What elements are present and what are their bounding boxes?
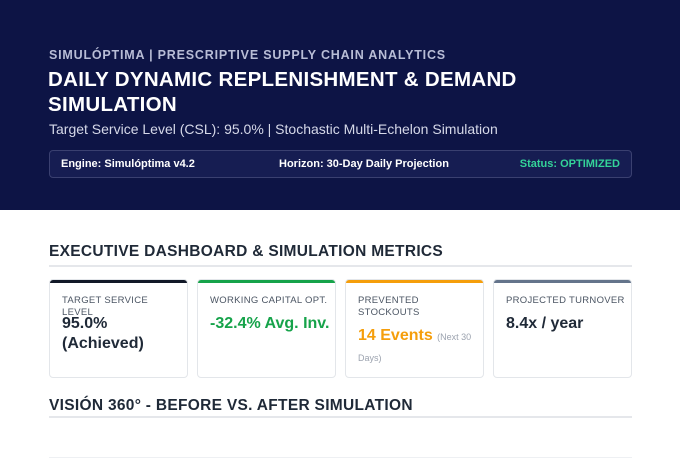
kpi-label: PREVENTED STOCKOUTS <box>358 295 420 318</box>
dashboard-section-title: EXECUTIVE DASHBOARD & SIMULATION METRICS <box>49 243 444 260</box>
kpi-card-projected-turnover: PROJECTED TURNOVER 8.4x / year <box>493 279 632 378</box>
card-accent-bar <box>494 280 631 283</box>
kpi-value: 8.4x / year <box>506 315 584 332</box>
content-divider <box>49 457 632 458</box>
kpi-card-prevented-stockouts: PREVENTED STOCKOUTS 14 Events (Next 30 D… <box>345 279 484 378</box>
section-divider <box>49 265 632 267</box>
card-accent-bar <box>198 280 335 283</box>
card-accent-bar <box>346 280 483 283</box>
engine-label: Engine: Simulóptima v4.2 <box>61 158 195 170</box>
brand-kicker: SIMULÓPTIMA | PRESCRIPTIVE SUPPLY CHAIN … <box>49 48 446 62</box>
vision-section-title: VISIÓN 360° - BEFORE VS. AFTER SIMULATIO… <box>49 397 413 414</box>
kpi-value: -32.4% Avg. Inv. <box>210 315 330 332</box>
hero-header: SIMULÓPTIMA | PRESCRIPTIVE SUPPLY CHAIN … <box>0 0 680 210</box>
kpi-label: PROJECTED TURNOVER <box>506 295 625 306</box>
horizon-label: Horizon: 30-Day Daily Projection <box>279 158 449 170</box>
kpi-label: WORKING CAPITAL OPT. <box>210 295 328 306</box>
kpi-value: 95.0% (Achieved) <box>62 315 144 352</box>
section-divider <box>49 416 632 418</box>
kpi-card-service-level: TARGET SERVICE LEVEL 95.0% (Achieved) <box>49 279 188 378</box>
status-badge: Status: OPTIMIZED <box>519 158 620 170</box>
simulation-status-bar: Engine: Simulóptima v4.2 Horizon: 30-Day… <box>49 150 632 178</box>
card-accent-bar <box>50 280 187 283</box>
page-subtitle: Target Service Level (CSL): 95.0% | Stoc… <box>49 121 498 137</box>
kpi-value-wrapper: 14 Events (Next 30 Days) <box>358 326 482 368</box>
kpi-value: 14 Events <box>358 327 433 344</box>
kpi-card-working-capital: WORKING CAPITAL OPT. -32.4% Avg. Inv. <box>197 279 336 378</box>
page-title: DAILY DYNAMIC REPLENISHMENT & DEMAND SIM… <box>48 68 517 116</box>
